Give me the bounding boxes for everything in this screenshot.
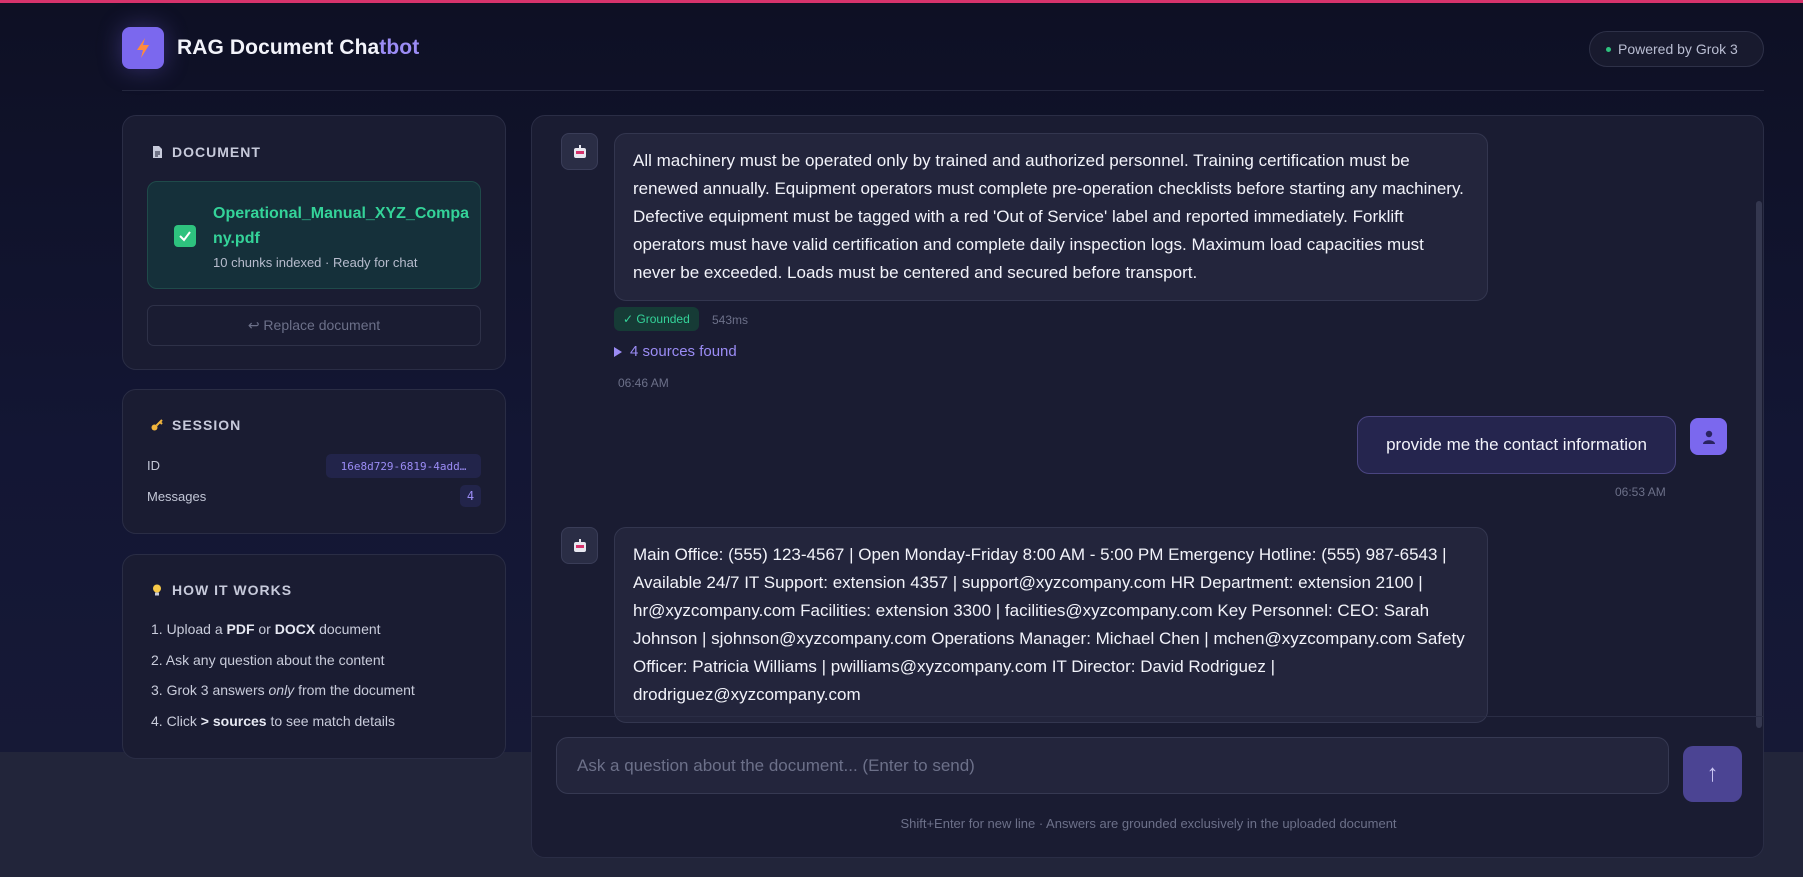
step-item: 2. Ask any question about the content — [151, 651, 385, 668]
chat-panel: All machinery must be operated only by t… — [531, 115, 1764, 858]
step-item: 3. Grok 3 answers only from the document — [151, 682, 415, 698]
assistant-message: Main Office: (555) 123-4567 | Open Monda… — [614, 527, 1488, 723]
session-card: SESSION ID 16e8d729-6819-4add… Messages … — [122, 389, 506, 534]
messages-label: Messages — [147, 489, 207, 504]
sources-toggle[interactable]: 4 sources found — [614, 343, 737, 360]
how-it-works-card: HOW IT WORKS 1. Upload a PDF or DOCX doc… — [122, 554, 506, 759]
uploaded-file: Operational_Manual_XYZ_Company.pdf 10 ch… — [147, 181, 481, 289]
lightbulb-icon — [150, 583, 164, 597]
grounded-badge: ✓ Grounded — [614, 307, 699, 331]
how-it-works-steps: 1. Upload a PDF or DOCX document 2. Ask … — [151, 621, 415, 743]
message-timestamp: 06:53 AM — [1615, 485, 1666, 499]
step-item: 4. Click > sources to see match details — [151, 712, 395, 729]
user-icon — [1702, 430, 1715, 444]
session-card-title: SESSION — [150, 417, 241, 433]
document-card-title: DOCUMENT — [150, 144, 261, 160]
triangle-right-icon — [614, 346, 622, 357]
robot-icon — [573, 538, 586, 552]
file-status: 10 chunks indexed · Ready for chat — [213, 255, 418, 270]
app-title: RAG Document Chatbot — [177, 36, 420, 59]
question-input[interactable] — [556, 737, 1669, 794]
checkbox-checked-icon — [174, 225, 196, 247]
replace-document-button[interactable]: ↩ Replace document — [147, 305, 481, 346]
session-id-label: ID — [147, 458, 160, 473]
status-dot-icon — [1606, 47, 1611, 52]
how-it-works-title: HOW IT WORKS — [150, 582, 292, 598]
app-header: RAG Document Chatbot Powered by Grok 3 — [0, 3, 1803, 91]
arrow-up-icon: ↑ — [1706, 760, 1719, 787]
assistant-message: All machinery must be operated only by t… — [614, 133, 1488, 301]
bot-avatar — [561, 133, 598, 170]
composer-divider — [532, 716, 1763, 717]
messages-count-badge: 4 — [460, 485, 481, 507]
lightning-icon — [137, 38, 149, 58]
robot-icon — [573, 144, 586, 158]
document-card: DOCUMENT Operational_Manual_XYZ_Company.… — [122, 115, 506, 370]
session-id-value: 16e8d729-6819-4add… — [326, 454, 481, 478]
user-message: provide me the contact information — [1357, 416, 1676, 474]
message-timestamp: 06:46 AM — [618, 376, 669, 390]
chat-scrollbar[interactable] — [1756, 201, 1762, 728]
composer-hint: Shift+Enter for new line · Answers are g… — [900, 816, 1397, 831]
app-logo — [122, 27, 164, 69]
powered-by-badge: Powered by Grok 3 — [1589, 31, 1764, 67]
bot-avatar — [561, 527, 598, 564]
send-button[interactable]: ↑ — [1683, 746, 1742, 802]
file-name: Operational_Manual_XYZ_Company.pdf — [213, 205, 470, 247]
response-latency: 543ms — [712, 313, 749, 327]
step-item: 1. Upload a PDF or DOCX document — [151, 621, 381, 637]
document-icon — [150, 145, 164, 159]
key-icon — [150, 418, 164, 432]
header-divider — [122, 90, 1764, 91]
user-avatar — [1690, 418, 1727, 455]
